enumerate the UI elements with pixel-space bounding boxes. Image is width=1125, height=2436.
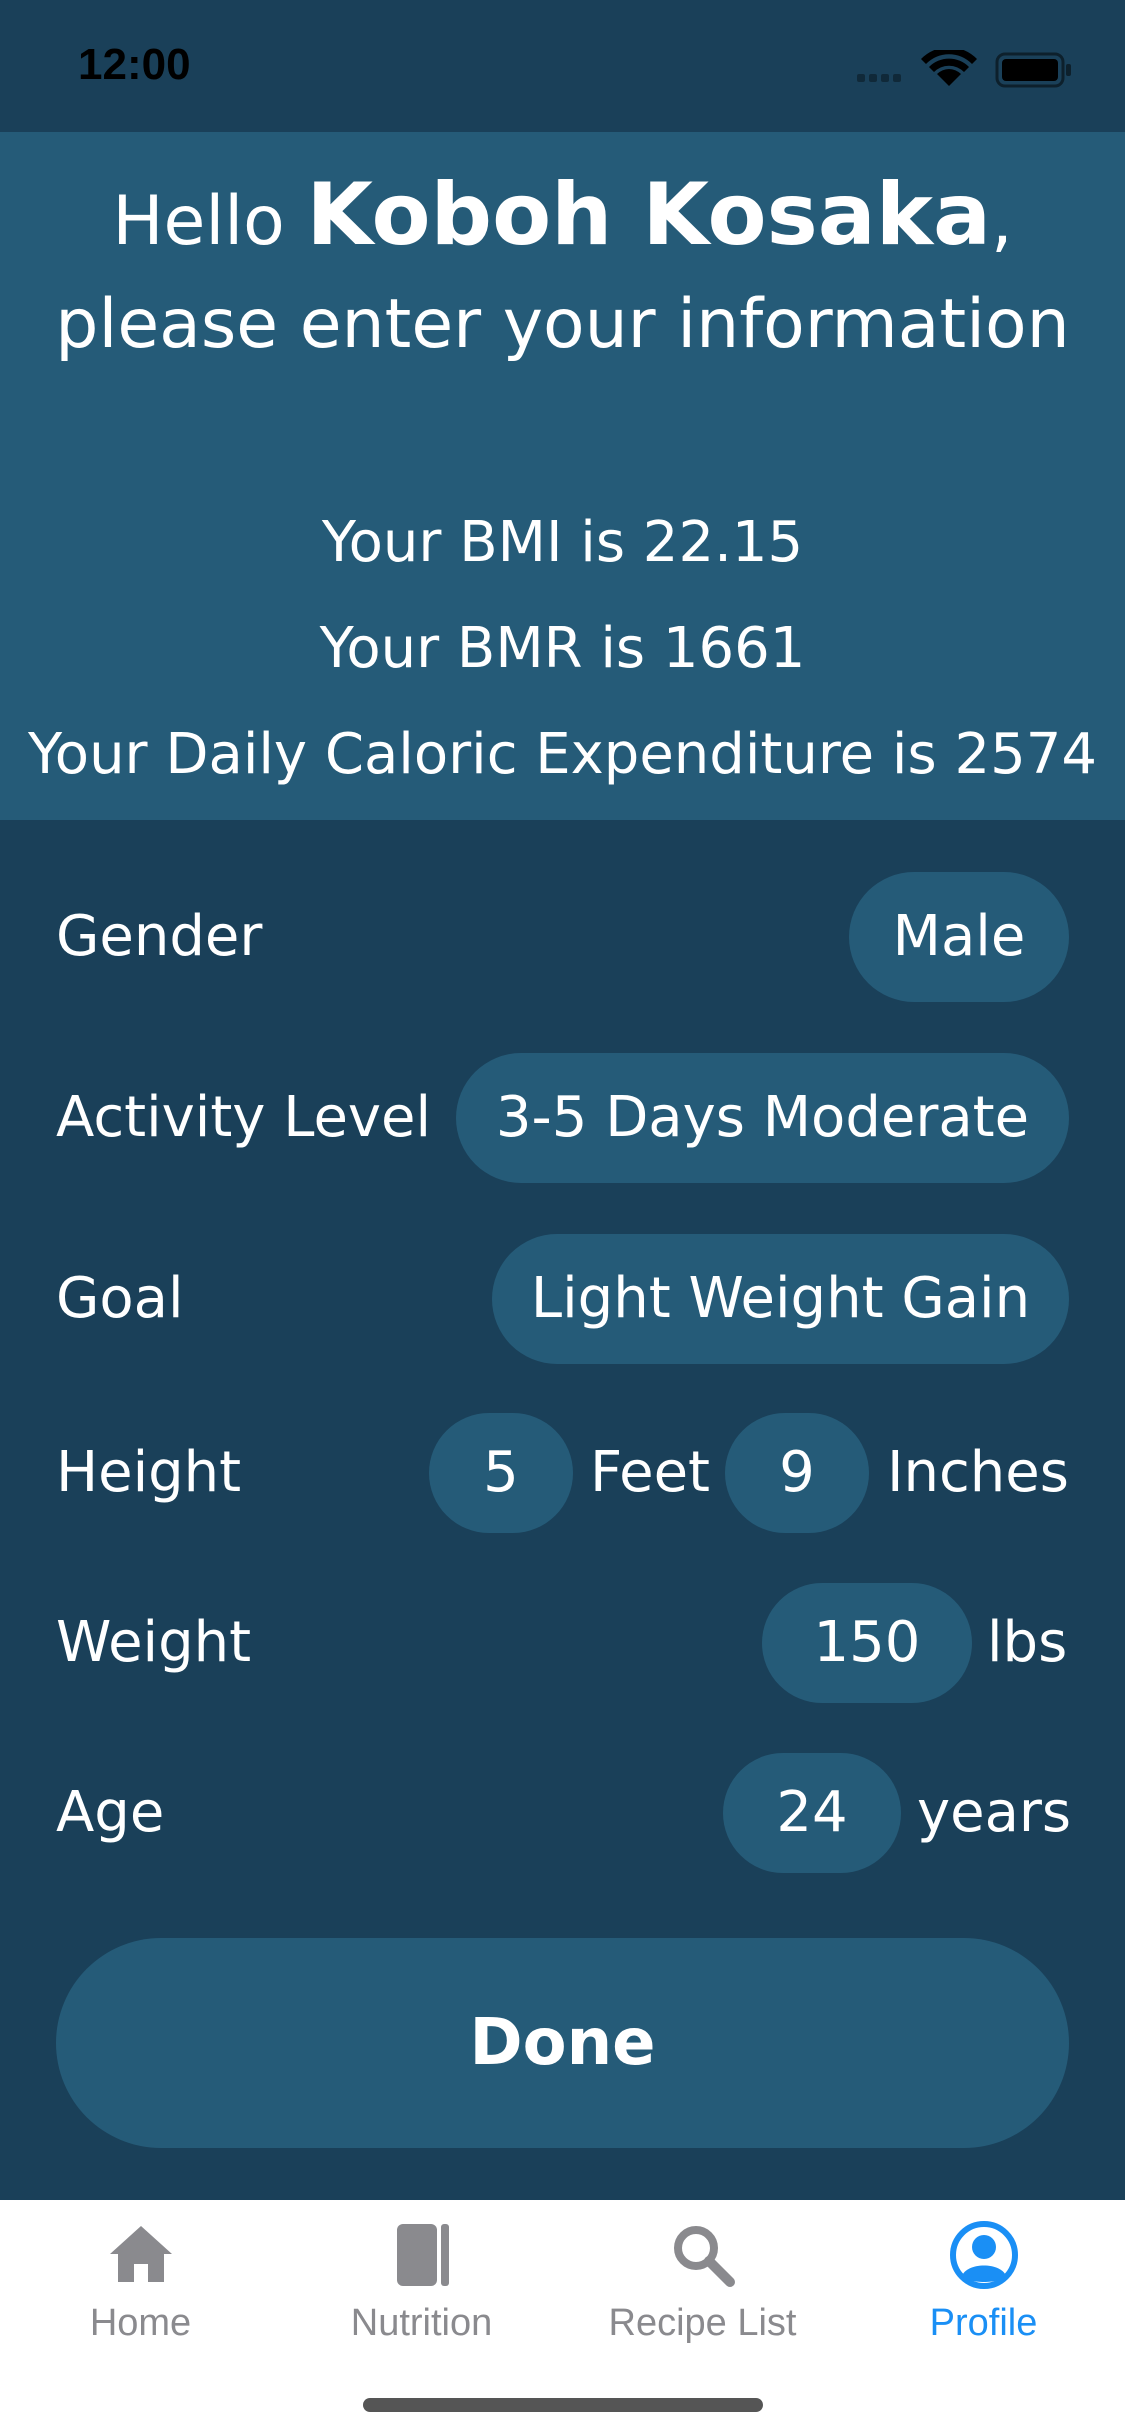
info-header: Hello Koboh Kosaka, please enter your in… — [0, 132, 1125, 820]
inches-unit-label: Inches — [887, 1440, 1069, 1505]
height-label: Height — [56, 1440, 242, 1505]
gender-label: Gender — [56, 904, 263, 969]
gender-row: Gender Male — [56, 872, 1069, 1002]
weight-unit-label: lbs — [987, 1610, 1068, 1675]
tab-recipe-list-label: Recipe List — [608, 2302, 797, 2344]
battery-icon — [995, 52, 1071, 88]
activity-level-selector[interactable]: 3-5 Days Moderate — [456, 1053, 1069, 1183]
tab-profile[interactable]: Profile — [843, 2200, 1124, 2370]
tab-home-label: Home — [89, 2302, 192, 2344]
signal-icon — [857, 74, 901, 82]
bmi-text: Your BMI is 22.15 — [321, 510, 804, 575]
tab-recipe-list[interactable]: Recipe List — [562, 2200, 843, 2370]
greeting-suffix: , — [991, 182, 1013, 261]
home-indicator — [363, 2398, 763, 2412]
height-feet-input[interactable]: 5 — [429, 1413, 573, 1533]
goal-selector[interactable]: Light Weight Gain — [492, 1234, 1069, 1364]
house-icon — [109, 2226, 172, 2282]
age-row: Age 24 years — [56, 1753, 1072, 1873]
feet-unit-label: Feet — [590, 1440, 711, 1505]
tab-nutrition-label: Nutrition — [350, 2302, 493, 2344]
age-label: Age — [56, 1780, 165, 1845]
person-circle-icon — [949, 2221, 1018, 2289]
gender-selector[interactable]: Male — [849, 872, 1069, 1002]
age-input[interactable]: 24 — [723, 1753, 901, 1873]
status-icons — [857, 50, 1071, 88]
goal-label: Goal — [56, 1266, 184, 1331]
goal-row: Goal Light Weight Gain — [56, 1234, 1069, 1364]
tab-profile-label: Profile — [929, 2302, 1038, 2344]
weight-label: Weight — [56, 1610, 252, 1675]
status-bar: 12:00 — [0, 0, 1125, 132]
bmr-text: Your BMR is 1661 — [319, 616, 806, 681]
done-button[interactable]: Done — [56, 1938, 1069, 2148]
user-name: Koboh Kosaka — [306, 165, 992, 265]
age-unit-label: years — [917, 1780, 1072, 1845]
height-inches-input[interactable]: 9 — [725, 1413, 869, 1533]
weight-input[interactable]: 150 — [762, 1583, 972, 1703]
search-icon — [673, 2226, 735, 2287]
tab-home[interactable]: Home — [0, 2200, 281, 2370]
wifi-icon — [921, 50, 977, 86]
greeting-prefix: Hello — [112, 182, 307, 261]
book-icon — [396, 2224, 449, 2286]
status-time: 12:00 — [78, 40, 191, 89]
weight-row: Weight 150 lbs — [56, 1583, 1069, 1703]
info-prompt: please enter your information — [55, 285, 1070, 364]
greeting: Hello Koboh Kosaka, — [0, 170, 1125, 267]
caloric-expenditure-text: Your Daily Caloric Expenditure is 2574 — [28, 722, 1097, 787]
height-row: Height 5 Feet 9 Inches — [56, 1413, 1069, 1533]
tab-nutrition[interactable]: Nutrition — [281, 2200, 562, 2370]
activity-level-row: Activity Level 3-5 Days Moderate — [56, 1053, 1069, 1183]
activity-level-label: Activity Level — [56, 1085, 432, 1150]
